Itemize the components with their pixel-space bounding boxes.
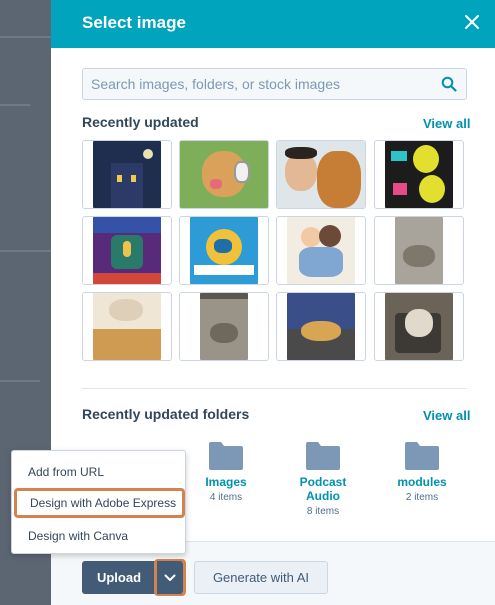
image-thumb-haunted-house[interactable]: [82, 140, 172, 209]
upload-options-menu: Add from URL Design with Adobe Express D…: [11, 450, 186, 554]
lemons-image: [385, 141, 453, 208]
kids-hugging-image: [287, 217, 355, 284]
panel-header: Select image: [51, 0, 495, 48]
folder-count: 8 items: [306, 506, 340, 517]
folder-name: Podcast Audio: [299, 475, 347, 503]
image-thumb-cat-chair-floor[interactable]: [179, 292, 269, 361]
cat-chair-floor-image: [200, 293, 248, 360]
image-thumb-podcast[interactable]: [82, 216, 172, 285]
folder-modules[interactable]: modules 2 items: [382, 440, 462, 503]
folder-icon: [209, 442, 243, 470]
image-thumb-dog-headphones[interactable]: [179, 140, 269, 209]
menu-item-add-from-url[interactable]: Add from URL: [12, 457, 187, 487]
cat-blanket-image: [287, 293, 355, 360]
man-dog-image: [277, 141, 365, 208]
close-button[interactable]: [461, 11, 483, 33]
image-thumb-cat-on-chair[interactable]: [374, 292, 464, 361]
generate-with-ai-button[interactable]: Generate with AI: [194, 561, 328, 594]
folder-icon: [306, 442, 340, 470]
upload-options-button[interactable]: [157, 561, 183, 594]
close-icon: [465, 15, 479, 29]
view-all-images-link[interactable]: View all: [423, 116, 470, 131]
upload-button[interactable]: Upload: [82, 561, 156, 594]
menu-item-design-adobe-express[interactable]: Design with Adobe Express: [14, 488, 185, 518]
image-thumb-lemons[interactable]: [374, 140, 464, 209]
folder-count: 2 items: [405, 492, 439, 503]
view-all-folders-link[interactable]: View all: [423, 408, 470, 423]
globe-image: [190, 217, 258, 284]
backdrop-line: [0, 250, 51, 252]
folder-podcast-audio[interactable]: Podcast Audio 8 items: [283, 440, 363, 517]
chevron-down-icon: [164, 574, 176, 581]
recent-folders-title: Recently updated folders: [82, 406, 250, 422]
podcast-image: [93, 217, 161, 284]
backdrop-line: [0, 104, 30, 106]
image-thumb-kids-hugging[interactable]: [276, 216, 366, 285]
cat-floor-image: [395, 217, 443, 284]
haunted-house-image: [93, 141, 161, 208]
backdrop-line: [0, 380, 40, 382]
image-thumb-man-dog[interactable]: [276, 140, 366, 209]
panel-title: Select image: [82, 13, 186, 32]
cat-on-chair-image: [385, 293, 453, 360]
backdrop-line: [0, 36, 51, 38]
section-divider: [82, 388, 467, 389]
recently-updated-title: Recently updated: [82, 114, 199, 130]
search-input[interactable]: [91, 69, 431, 99]
image-thumb-cat-blanket[interactable]: [276, 292, 366, 361]
folder-icon: [405, 442, 439, 470]
image-thumb-cat-floor[interactable]: [374, 216, 464, 285]
folder-count: 4 items: [209, 492, 243, 503]
folder-images[interactable]: Images 4 items: [186, 440, 266, 503]
cat-sketch-image: [93, 293, 161, 360]
search-icon[interactable]: [441, 76, 457, 92]
menu-item-design-canva[interactable]: Design with Canva: [12, 521, 187, 551]
folder-name: modules: [397, 475, 447, 489]
dog-headphones-image: [180, 141, 268, 208]
image-thumb-globe[interactable]: [179, 216, 269, 285]
search-box: [82, 68, 467, 100]
image-thumb-cat-sketch[interactable]: [82, 292, 172, 361]
folder-name: Images: [205, 475, 247, 489]
